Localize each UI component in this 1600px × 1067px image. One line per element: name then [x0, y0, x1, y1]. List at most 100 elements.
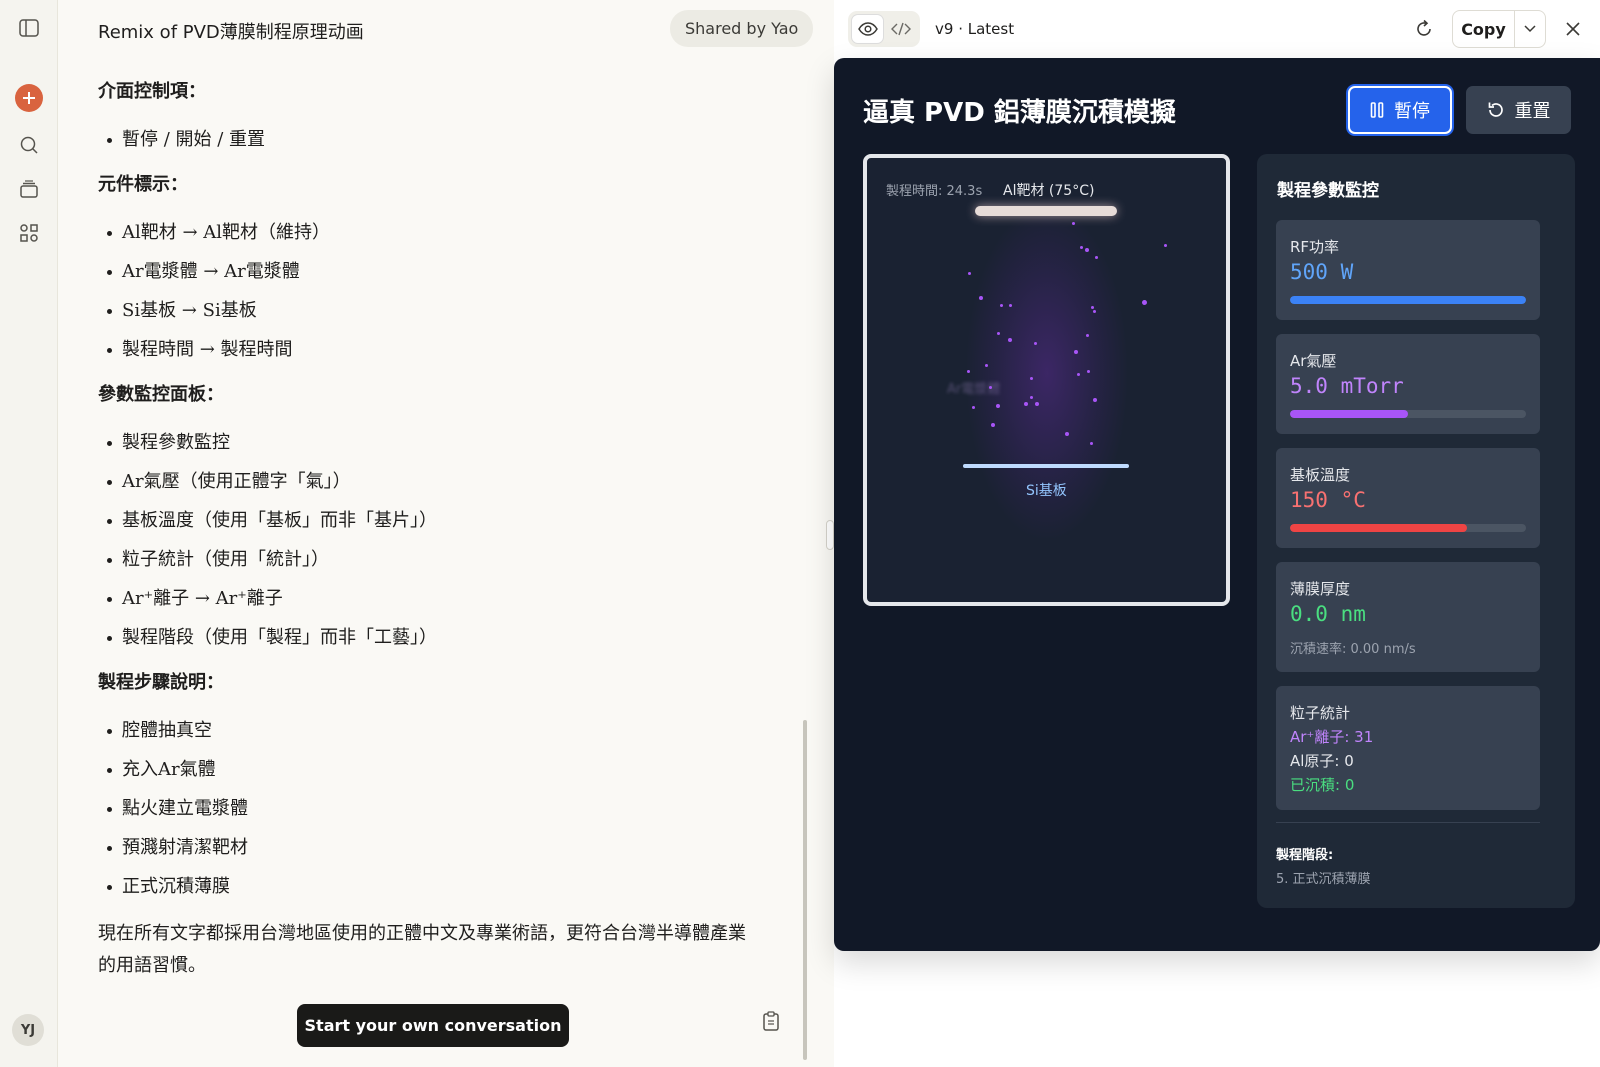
deposition-rate: 沉積速率: 0.00 nm/s — [1290, 642, 1416, 657]
chat-title[interactable]: Remix of PVD薄膜制程原理动画 — [98, 18, 364, 44]
substrate-temp-card: 基板溫度 150 °C — [1276, 448, 1540, 548]
list-item: Ar⁺離子 → Ar⁺離子 — [98, 579, 798, 618]
ar-pressure-value: 5.0 mTorr — [1290, 374, 1404, 398]
rf-power-value: 500 W — [1290, 260, 1354, 284]
ar-ion-count: Ar⁺離子: 31 — [1290, 728, 1374, 746]
ar-ion-particle — [1164, 244, 1167, 247]
ar-ion-particle — [1065, 432, 1069, 436]
stage-value: 5. 正式沉積薄膜 — [1276, 872, 1371, 887]
ar-ion-particle — [968, 272, 971, 275]
projects-icon[interactable] — [14, 174, 44, 204]
message-content: 介面控制項： 暫停 / 開始 / 重置 元件標示： Al靶材 → Al靶材（維持） Ar… — [98, 78, 798, 982]
process-time: 製程時間: 24.3s — [886, 184, 983, 199]
plasma-label: Ar電漿體 — [947, 382, 1001, 397]
list-item: 暫停 / 開始 / 重置 — [98, 120, 798, 159]
closing-paragraph: 現在所有文字都採用台灣地區使用的正體中文及專業術語，更符合台灣半導體產業的用語習… — [98, 923, 746, 976]
left-rail: YJ — [0, 0, 58, 1067]
artifact-panel: v9 · Latest Copy 逼真 PVD 鋁薄膜沉積模擬 暫停 重置 製程… — [834, 0, 1600, 1067]
refresh-icon[interactable] — [1409, 14, 1439, 44]
chat-scrollbar[interactable] — [803, 720, 807, 1060]
version-label[interactable]: v9 · Latest — [935, 20, 1014, 38]
list-item: Al靶材 → Al靶材（維持） — [98, 213, 798, 252]
rf-power-label: RF功率 — [1290, 238, 1340, 256]
new-chat-button[interactable] — [15, 84, 43, 112]
list-item: Ar電漿體 → Ar電漿體 — [98, 252, 798, 291]
ar-ion-particle — [991, 423, 995, 427]
list-item: 製程階段（使用「製程」而非「工藝」） — [98, 618, 798, 657]
particle-stats-label: 粒子統計 — [1290, 704, 1351, 722]
list-item: 預濺射清潔靶材 — [98, 828, 798, 867]
ar-ion-particle — [1074, 350, 1078, 354]
copy-clipboard-icon[interactable] — [756, 1006, 786, 1036]
ar-ion-particle — [1091, 306, 1094, 309]
section-heading: 介面控制項： — [98, 81, 206, 102]
stage-label: 製程階段: — [1276, 848, 1334, 863]
si-substrate — [963, 464, 1129, 468]
chat-header: Remix of PVD薄膜制程原理动画 Shared by Yao — [58, 0, 831, 58]
ar-ion-particle — [1077, 373, 1080, 376]
bullet-list: Al靶材 → Al靶材（維持） Ar電漿體 → Ar電漿體 Si基板 → Si基板製… — [98, 213, 798, 369]
ar-ion-particle — [1093, 398, 1097, 402]
chevron-down-icon[interactable] — [1515, 11, 1545, 47]
panel-divider — [1276, 822, 1540, 823]
monitor-title: 製程參數監控 — [1277, 181, 1379, 201]
list-item: 基板溫度（使用「基板」而非「基片」） — [98, 501, 798, 540]
pause-button[interactable]: 暫停 — [1348, 86, 1452, 134]
list-item: Si基板 → Si基板 — [98, 291, 798, 330]
ar-ion-particle — [1030, 396, 1033, 399]
panel-resize-handle[interactable] — [826, 520, 834, 550]
copy-button-group: Copy — [1452, 10, 1546, 48]
list-item: 製程參數監控 — [98, 423, 798, 462]
ar-ion-particle — [1095, 256, 1098, 259]
monitor-panel: 製程參數監控 RF功率 500 W Ar氣壓 5.0 mTorr 基板溫度 15… — [1257, 154, 1575, 908]
avatar[interactable]: YJ — [12, 1014, 44, 1046]
ar-ion-particle — [1086, 334, 1089, 337]
start-conversation-button[interactable]: Start your own conversation — [297, 1004, 569, 1047]
rf-power-card: RF功率 500 W — [1276, 220, 1540, 320]
bullet-list: 腔體抽真空 充入Ar氣體 點火建立電漿體 預濺射清潔靶材 正式沉積薄膜 — [98, 711, 798, 906]
chat-panel: Remix of PVD薄膜制程原理动画 Shared by Yao 介面控制項… — [58, 0, 831, 1067]
sidebar-toggle-icon[interactable] — [14, 13, 44, 43]
section-heading: 製程步驟說明： — [98, 672, 224, 693]
ar-ion-particle — [1030, 377, 1033, 380]
list-item: 點火建立電漿體 — [98, 789, 798, 828]
ar-ion-particle — [1024, 402, 1028, 406]
list-item: 製程時間 → 製程時間 — [98, 330, 798, 369]
substrate-temp-bar — [1290, 524, 1526, 532]
section-heading: 參數監控面板： — [98, 384, 224, 405]
ar-pressure-card: Ar氣壓 5.0 mTorr — [1276, 334, 1540, 434]
preview-eye-icon[interactable] — [851, 14, 884, 44]
ar-ion-particle — [997, 332, 1000, 335]
ar-ion-particle — [1008, 338, 1012, 342]
film-thickness-label: 薄膜厚度 — [1290, 580, 1351, 598]
reset-label: 重置 — [1514, 101, 1551, 122]
ar-ion-particle — [967, 370, 970, 373]
rf-power-bar-fill — [1290, 296, 1526, 304]
ar-ion-particle — [996, 404, 1000, 408]
ar-ion-particle — [1035, 402, 1039, 406]
close-icon[interactable] — [1558, 14, 1588, 44]
copy-button[interactable]: Copy — [1453, 11, 1515, 47]
al-target — [975, 206, 1117, 216]
ar-pressure-bar-fill — [1290, 410, 1408, 418]
ar-ion-particle — [1072, 222, 1075, 225]
reset-button[interactable]: 重置 — [1466, 86, 1571, 134]
shared-by-badge[interactable]: Shared by Yao — [670, 10, 814, 47]
search-chat-icon[interactable] — [14, 130, 44, 160]
ar-ion-particle — [1034, 342, 1037, 345]
ar-ion-particle — [1009, 304, 1012, 307]
simulation-app: 逼真 PVD 鋁薄膜沉積模擬 暫停 重置 製程時間: 24.3s Al靶材 (7… — [834, 58, 1600, 951]
ar-ion-particle — [979, 296, 983, 300]
ar-pressure-bar — [1290, 410, 1526, 418]
al-atom-count: Al原子: 0 — [1290, 752, 1354, 770]
code-view-icon[interactable] — [884, 14, 917, 44]
pause-label: 暫停 — [1394, 101, 1430, 122]
deposited-count: 已沉積: 0 — [1290, 776, 1355, 794]
ar-ion-particle — [1090, 442, 1093, 445]
list-item: 正式沉積薄膜 — [98, 867, 798, 906]
ar-ion-particle — [972, 406, 975, 409]
artifacts-icon[interactable] — [14, 218, 44, 248]
list-item: 粒子統計（使用「統計」） — [98, 540, 798, 579]
substrate-temp-value: 150 °C — [1290, 488, 1366, 512]
film-thickness-value: 0.0 nm — [1290, 602, 1366, 626]
